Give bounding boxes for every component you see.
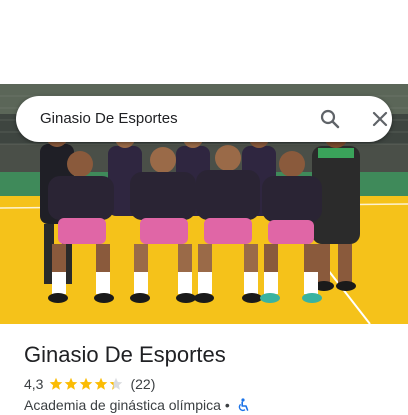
place-title: Ginasio De Esportes xyxy=(24,342,226,367)
rating-value: 4,3 xyxy=(24,376,44,392)
top-blank-area xyxy=(0,0,408,84)
wheelchair-accessible-icon xyxy=(236,398,250,412)
star-icon xyxy=(110,377,123,390)
review-count[interactable]: (22) xyxy=(130,376,155,392)
separator-dot: • xyxy=(224,397,230,413)
search-query-text[interactable]: Ginasio De Esportes xyxy=(40,96,178,142)
star-icon xyxy=(80,377,93,390)
search-bar[interactable]: Ginasio De Esportes xyxy=(16,96,392,142)
search-icon[interactable] xyxy=(318,107,342,131)
star-icon xyxy=(95,377,108,390)
category-row: Academia de ginástica olímpica • xyxy=(24,396,250,414)
star-icon xyxy=(65,377,78,390)
place-category[interactable]: Academia de ginástica olímpica xyxy=(24,397,221,413)
rating-row[interactable]: 4,3 (22) xyxy=(24,375,155,393)
close-icon[interactable] xyxy=(368,107,392,131)
star-icon xyxy=(50,377,63,390)
star-rating xyxy=(49,377,124,391)
